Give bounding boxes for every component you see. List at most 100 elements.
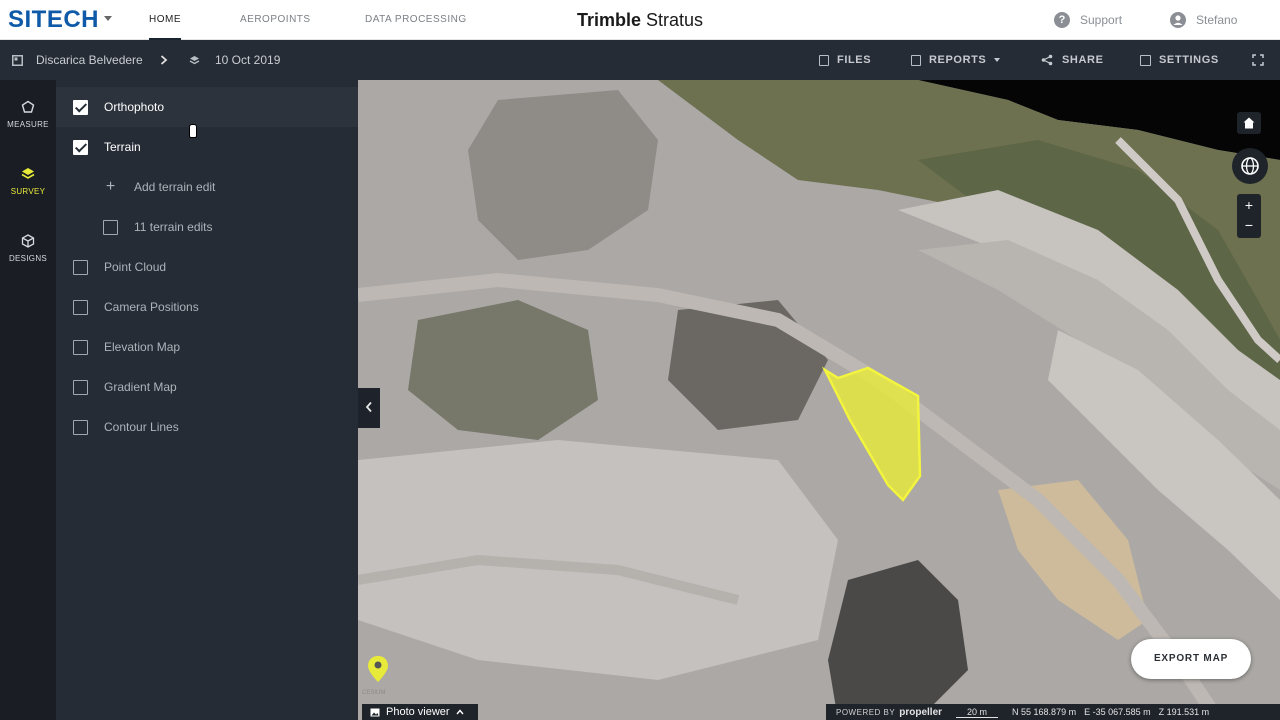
checkbox[interactable] [73, 299, 88, 315]
layers-icon [21, 168, 35, 179]
top-nav-bar: SITECH HOME AEROPOINTS DATA PROCESSING T… [0, 0, 1280, 40]
coord-east: E -35 067.585 m [1084, 707, 1151, 717]
map-attribution: CESIUM [362, 690, 386, 696]
brand-bold: Trimble [576, 10, 641, 30]
photo-viewer-toggle[interactable]: Photo viewer [362, 704, 478, 720]
report-icon [911, 54, 921, 66]
fullscreen-button[interactable] [1252, 40, 1264, 80]
layer-label: 11 terrain edits [134, 220, 213, 234]
add-terrain-edit-button[interactable]: + Add terrain edit [56, 167, 358, 207]
map-viewport[interactable]: + − [358, 80, 1280, 720]
layer-orthophoto[interactable]: Orthophoto [56, 87, 358, 127]
globe-view-button[interactable] [1232, 148, 1268, 184]
layer-terrain[interactable]: Terrain [56, 127, 358, 167]
checkbox[interactable] [73, 259, 88, 275]
coord-north: N 55 168.879 m [1012, 707, 1077, 717]
layers-icon [189, 55, 200, 64]
powered-by-label: POWERED BY [836, 707, 896, 717]
export-map-button[interactable]: EXPORT MAP [1131, 639, 1251, 679]
site-name: Discarica Belvedere [36, 53, 143, 67]
files-label: FILES [837, 54, 872, 66]
orthophoto-image[interactable] [358, 80, 1280, 720]
chevron-left-icon [365, 401, 372, 413]
home-icon [1243, 117, 1255, 129]
chevron-down-icon [994, 58, 1001, 62]
zoom-controls: + − [1237, 194, 1261, 238]
zoom-out-button[interactable]: − [1237, 216, 1261, 238]
help-icon: ? [1054, 12, 1070, 28]
reports-label: REPORTS [929, 54, 987, 66]
layer-label: Orthophoto [104, 100, 165, 114]
settings-button[interactable]: SETTINGS [1140, 40, 1219, 80]
layer-label: Point Cloud [104, 260, 167, 274]
logo-dropdown-icon[interactable] [104, 16, 112, 21]
coord-elevation: Z 191.531 m [1158, 707, 1210, 717]
rail-item-survey[interactable]: SURVEY [0, 153, 56, 219]
scale-bar: 20 m [956, 707, 999, 718]
checkbox[interactable] [73, 419, 88, 435]
rail-label-survey: SURVEY [10, 187, 46, 196]
site-map-icon [12, 54, 23, 66]
provider-logo: propeller [899, 706, 943, 718]
layer-point-cloud[interactable]: Point Cloud [56, 247, 358, 287]
photo-viewer-label: Photo viewer [386, 706, 450, 718]
reports-button[interactable]: REPORTS [911, 40, 1001, 80]
layer-elevation-map[interactable]: Elevation Map [56, 327, 358, 367]
checkbox[interactable] [73, 139, 88, 155]
share-label: SHARE [1062, 54, 1104, 66]
checkbox[interactable] [73, 379, 88, 395]
tab-home[interactable]: HOME [149, 0, 181, 40]
site-breadcrumb[interactable]: Discarica Belvedere [12, 40, 143, 80]
mouse-cursor [189, 124, 197, 138]
survey-date-selector[interactable]: 10 Oct 2019 [189, 40, 280, 80]
chevron-up-icon [456, 709, 464, 715]
layer-label: Camera Positions [104, 300, 199, 314]
chevron-right-icon [160, 40, 168, 80]
rail-item-measure[interactable]: MEASURE [0, 86, 56, 152]
layer-contour-lines[interactable]: Contour Lines [56, 407, 358, 447]
tool-rail: MEASURE SURVEY DESIGNS [0, 80, 56, 720]
support-label: Support [1080, 13, 1123, 27]
layer-label: Gradient Map [104, 380, 177, 394]
brand-light: Stratus [646, 10, 704, 30]
share-icon [1041, 54, 1053, 66]
tab-data-processing[interactable]: DATA PROCESSING [365, 0, 467, 40]
collapse-panel-button[interactable] [358, 388, 380, 428]
share-button[interactable]: SHARE [1041, 40, 1104, 80]
layer-label: Elevation Map [104, 340, 181, 354]
settings-icon [1140, 54, 1151, 66]
rail-label-measure: MEASURE [7, 120, 49, 129]
rail-item-designs[interactable]: DESIGNS [0, 220, 56, 286]
rail-label-designs: DESIGNS [8, 254, 48, 263]
files-button[interactable]: FILES [819, 40, 871, 80]
layer-camera-positions[interactable]: Camera Positions [56, 287, 358, 327]
layer-label: Terrain [104, 140, 141, 154]
sitech-logo[interactable]: SITECH [8, 6, 99, 34]
cube-icon [21, 234, 35, 248]
plus-icon: + [105, 178, 116, 195]
layer-label: Add terrain edit [134, 180, 216, 194]
support-link[interactable]: ? Support [1054, 0, 1122, 40]
checkbox[interactable] [73, 339, 88, 355]
settings-label: SETTINGS [1159, 54, 1219, 66]
checkbox[interactable] [73, 99, 88, 115]
user-name: Stefano [1196, 13, 1238, 27]
checkbox[interactable] [103, 219, 118, 235]
photo-icon [370, 708, 380, 716]
layer-label: Contour Lines [104, 420, 179, 434]
site-bar: Discarica Belvedere 10 Oct 2019 FILES RE… [0, 40, 1280, 80]
measure-icon [21, 100, 35, 113]
survey-date: 10 Oct 2019 [215, 53, 281, 67]
layer-terrain-edits[interactable]: 11 terrain edits [56, 207, 358, 247]
zoom-in-button[interactable]: + [1237, 194, 1261, 216]
user-menu[interactable]: Stefano [1170, 0, 1237, 40]
home-view-button[interactable] [1237, 112, 1261, 134]
map-status-bar: POWERED BY propeller 20 m N 55 168.879 m… [826, 704, 1280, 720]
file-icon [819, 54, 829, 66]
tab-aeropoints[interactable]: AEROPOINTS [240, 0, 311, 40]
layer-gradient-map[interactable]: Gradient Map [56, 367, 358, 407]
user-avatar-icon [1170, 12, 1186, 28]
fullscreen-icon [1252, 54, 1264, 66]
globe-icon [1241, 157, 1259, 175]
layers-panel: Orthophoto Terrain + Add terrain edit 11… [56, 80, 358, 720]
